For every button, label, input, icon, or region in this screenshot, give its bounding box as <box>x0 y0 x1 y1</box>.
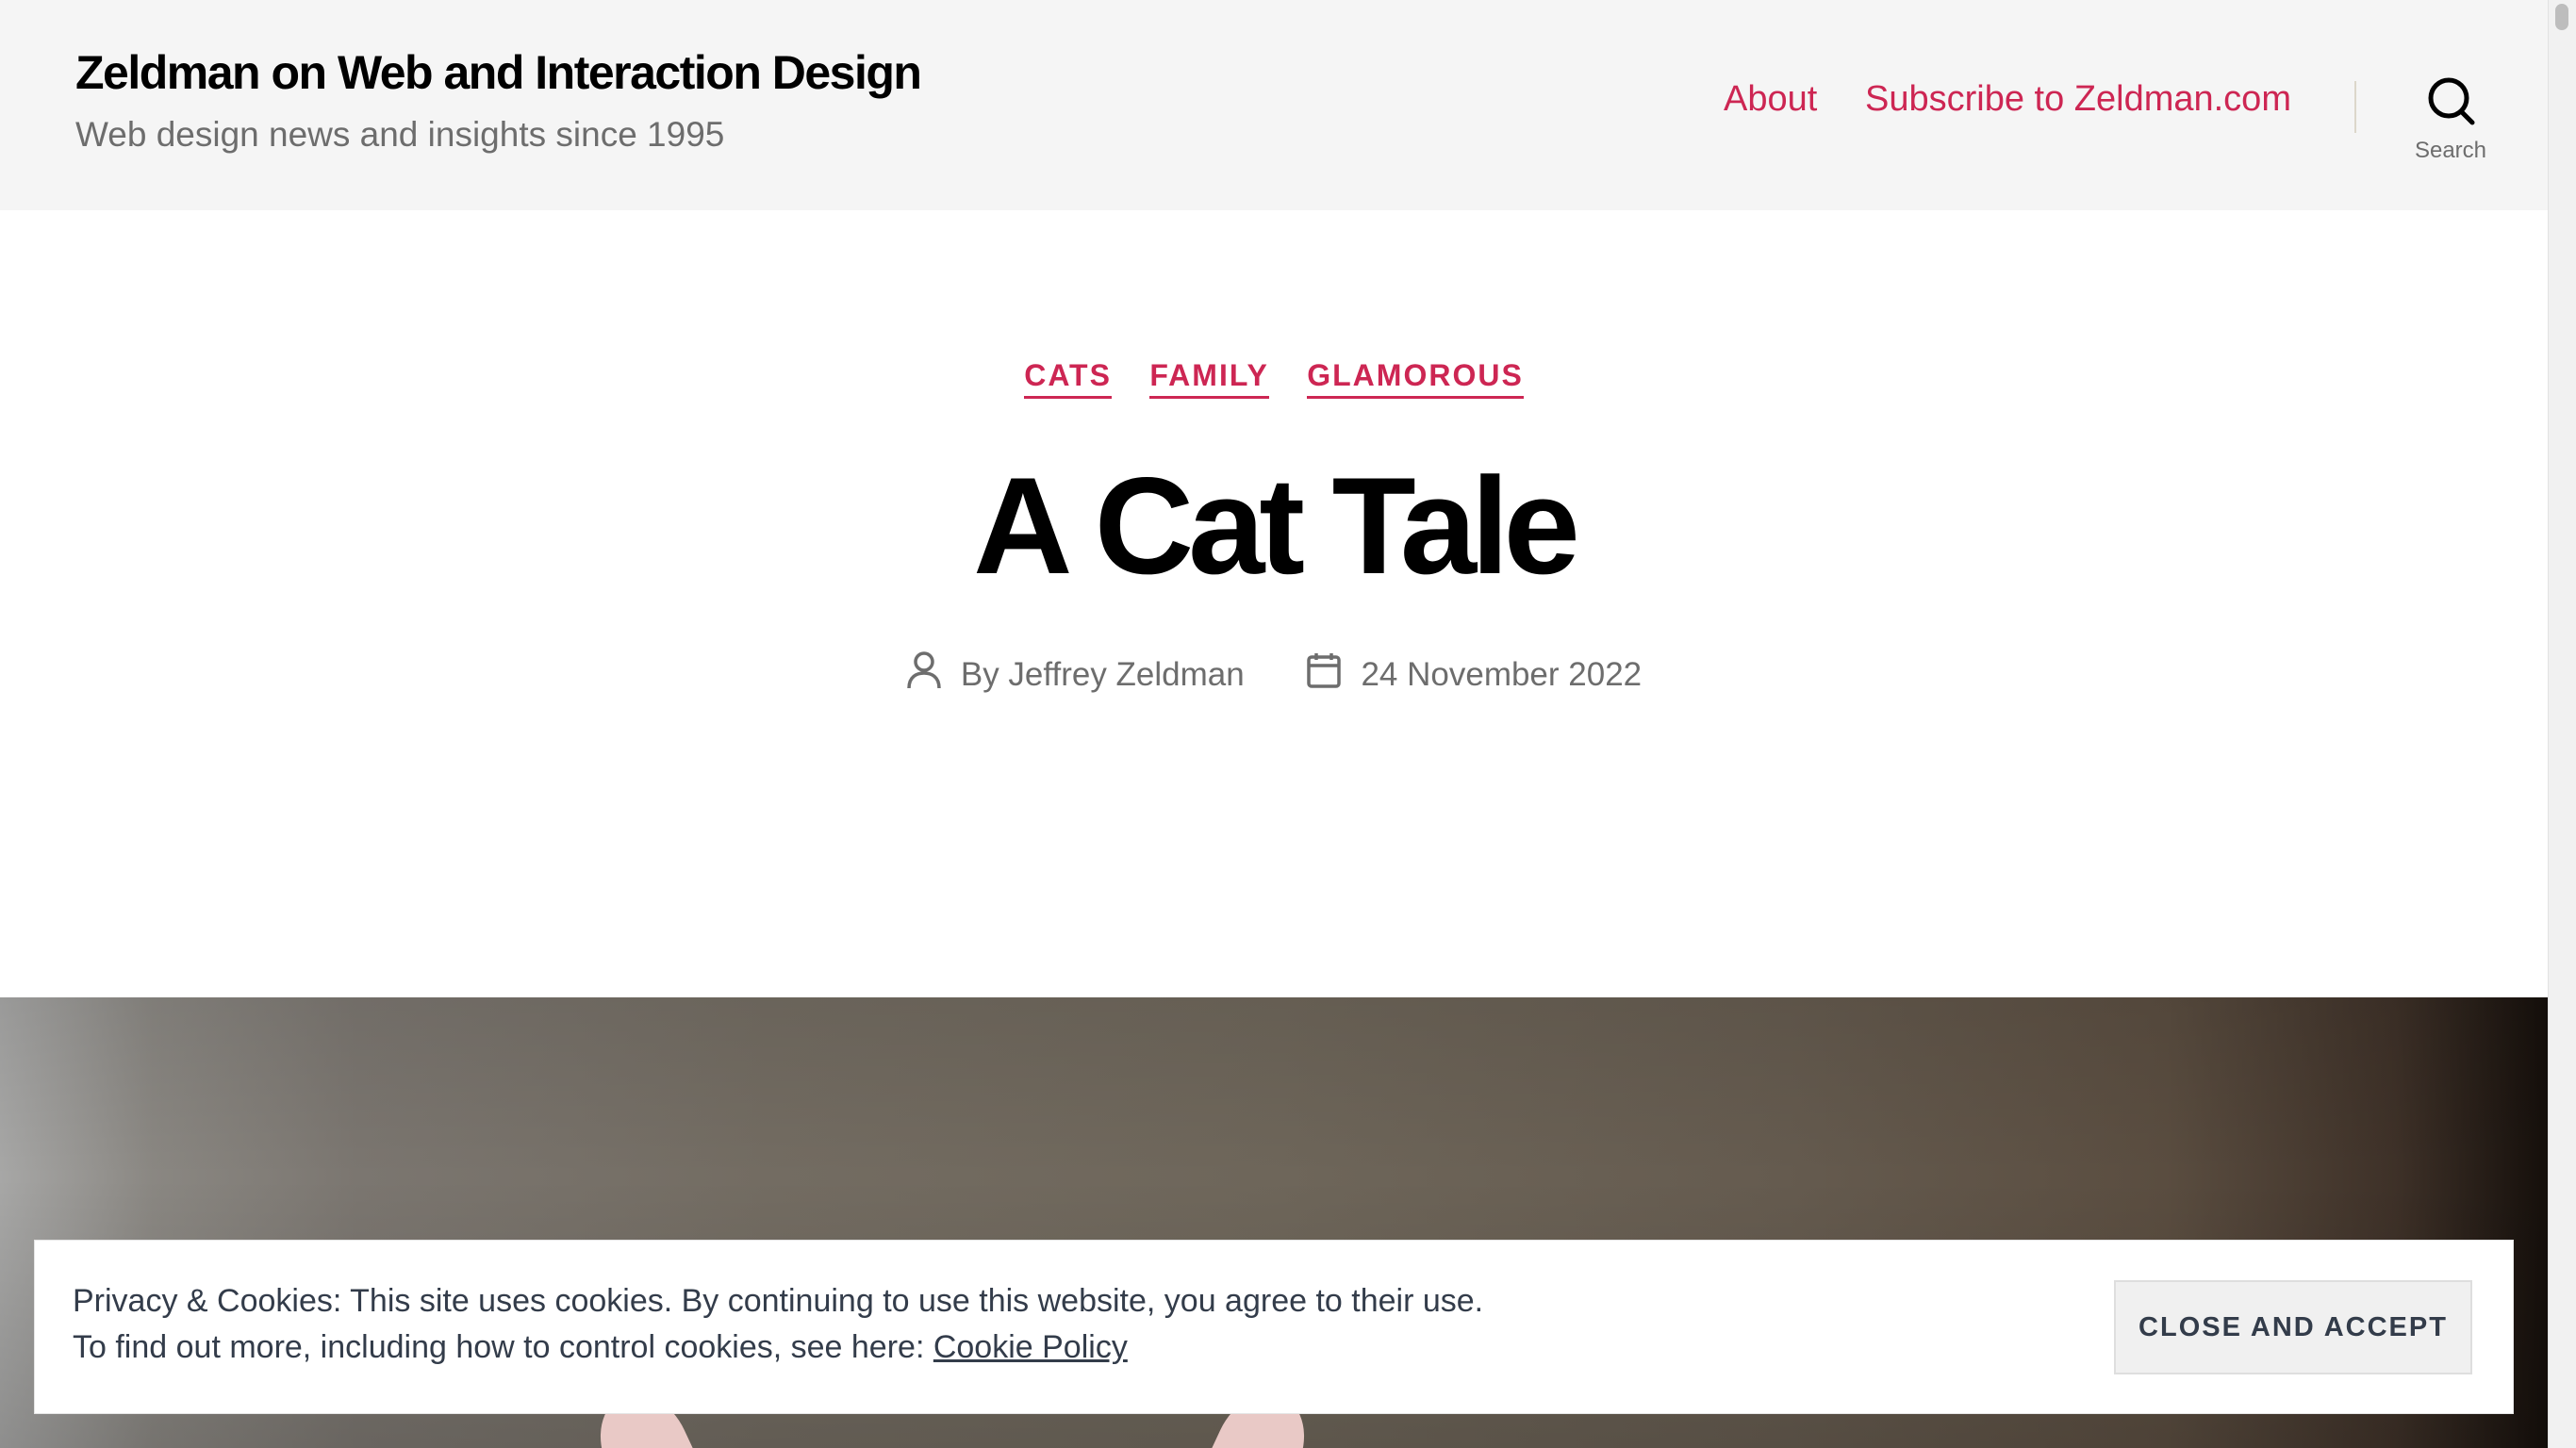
post-title: A Cat Tale <box>973 449 1580 602</box>
site-header: Zeldman on Web and Interaction Design We… <box>0 0 2548 210</box>
post-author: By Jeffrey Zeldman <box>906 650 1245 699</box>
nav-subscribe-link[interactable]: Subscribe to Zeldman.com <box>1865 79 2291 120</box>
search-icon <box>2395 75 2506 126</box>
post-categories: CATS FAMILY GLAMOROUS <box>0 358 2548 399</box>
cookie-policy-link[interactable]: Cookie Policy <box>933 1329 1128 1365</box>
scrollbar-track[interactable] <box>2548 0 2576 1448</box>
author-link[interactable]: By Jeffrey Zeldman <box>961 656 1245 694</box>
post-date: 24 November 2022 <box>1306 651 1642 698</box>
site-description: Web design news and insights since 1995 <box>75 115 725 154</box>
cookie-message: Privacy & Cookies: This site uses cookie… <box>73 1278 1483 1371</box>
search-button[interactable]: Search <box>2395 75 2506 179</box>
cookie-banner: Privacy & Cookies: This site uses cookie… <box>35 1241 2513 1413</box>
calendar-icon <box>1306 651 1361 698</box>
search-label: Search <box>2414 138 2487 163</box>
cookie-line-1: Privacy & Cookies: This site uses cookie… <box>73 1283 1484 1319</box>
close-and-accept-button[interactable]: CLOSE AND ACCEPT <box>2114 1280 2472 1374</box>
user-icon <box>906 650 961 699</box>
category-link[interactable]: FAMILY <box>1149 358 1269 399</box>
cookie-line-2: To find out more, including how to contr… <box>73 1329 933 1365</box>
post-meta: By Jeffrey Zeldman 24 November 2022 <box>0 650 2548 699</box>
nav-divider <box>2354 81 2356 133</box>
scrollbar-thumb[interactable] <box>2555 4 2568 30</box>
site-title[interactable]: Zeldman on Web and Interaction Design <box>75 45 922 100</box>
category-link[interactable]: CATS <box>1024 358 1112 399</box>
category-link[interactable]: GLAMOROUS <box>1307 358 1524 399</box>
date-link[interactable]: 24 November 2022 <box>1361 656 1642 694</box>
nav-about-link[interactable]: About <box>1724 79 1817 120</box>
